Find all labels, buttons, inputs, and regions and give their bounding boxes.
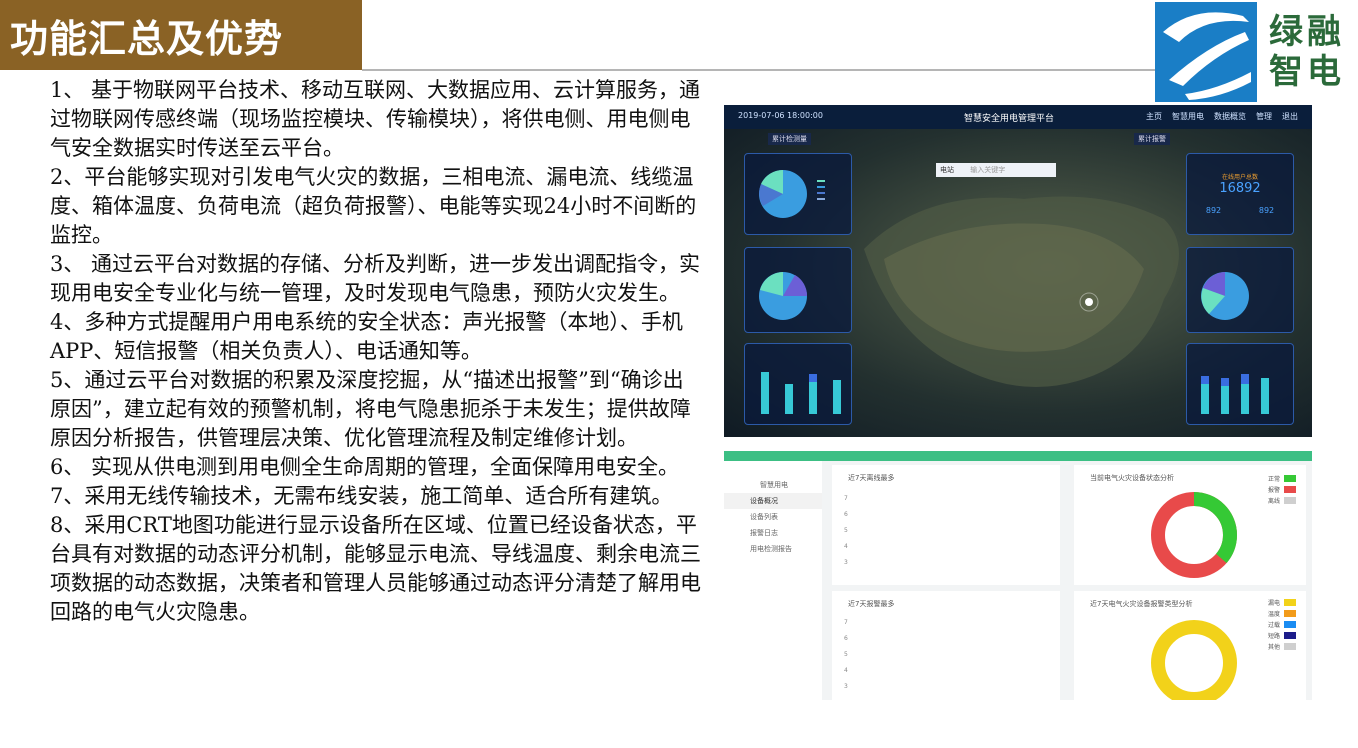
- alarm-card: 近7天报警最多 76543: [832, 591, 1060, 700]
- alarm-type-legend: 漏电 温度 过载 短路 其他: [1268, 597, 1296, 652]
- device-screenshot: 智慧用电 设备概况 设备列表 报警日志 用电检测报告 近7天离线最多 76543…: [724, 451, 1312, 700]
- nav-data: 数据概览: [1214, 112, 1246, 121]
- feature-item-3: 3、 通过云平台对数据的存储、分析及判断，进一步发出调配指令，实现用电安全专业化…: [50, 252, 701, 305]
- feature-item-6: 6、 实现从供电测到用电侧全生命周期的管理，全面保障用电安全。: [50, 455, 680, 479]
- panel-left-3: [744, 343, 852, 425]
- feature-item-7: 7、采用无线传输技术，无需布线安装，施工简单、适合所有建筑。: [50, 484, 673, 508]
- bar-chart-icon: [761, 372, 841, 414]
- panel-right-3: [1186, 343, 1294, 425]
- dashboard-header: 2019-07-06 18:00:00 智慧安全用电管理平台 主页 智慧用电 数…: [724, 105, 1312, 129]
- dashboard-nav: 主页 智慧用电 数据概览 管理 退出: [1146, 111, 1298, 122]
- logo-mark-icon: [1155, 2, 1257, 102]
- feature-item-2: 2、平台能够实现对引发电气火灾的数据，三相电流、漏电流、线缆温度、箱体温度、负荷…: [50, 165, 697, 247]
- panel-left-1: [744, 153, 852, 235]
- search-select[interactable]: 电站: [940, 166, 954, 174]
- stat-label: 在线用户总数: [1221, 174, 1258, 181]
- dashboard-time: 2019-07-06 18:00:00: [738, 111, 823, 120]
- offline-card: 近7天离线最多 76543: [832, 465, 1060, 585]
- stat-right: 892: [1258, 206, 1275, 215]
- alarm-axis: 76543: [844, 619, 848, 690]
- map-search[interactable]: 电站 输入关键字: [936, 163, 1056, 177]
- brand-logo: 绿融 智电: [1155, 2, 1355, 102]
- status-legend: 正常 报警 离线: [1268, 473, 1296, 506]
- counter-right: 累计报警: [1134, 133, 1170, 145]
- nav-exit: 退出: [1282, 112, 1298, 121]
- offline-card-title: 近7天离线最多: [848, 474, 895, 482]
- feature-item-1: 1、 基于物联网平台技术、移动互联网、大数据应用、云计算服务，通过物联网传感终端…: [50, 78, 701, 160]
- sidebar-item-report[interactable]: 用电检测报告: [724, 541, 822, 557]
- pie-chart-icon: [759, 272, 808, 320]
- alarm-card-title: 近7天报警最多: [848, 600, 895, 608]
- pie-chart-icon: [759, 169, 825, 218]
- alarm-type-donut-chart: [1151, 620, 1237, 700]
- alarm-type-card: 近7天电气火灾设备报警类型分析 漏电 温度 过载 短路 其他: [1074, 591, 1306, 700]
- nav-home: 主页: [1146, 112, 1162, 121]
- status-donut-chart: [1151, 492, 1237, 578]
- sidebar-item-list[interactable]: 设备列表: [724, 509, 822, 525]
- nav-smart: 智慧用电: [1172, 112, 1204, 121]
- sidebar-header: 智慧用电: [760, 481, 788, 489]
- sidebar-item-overview[interactable]: 设备概况: [724, 493, 822, 509]
- slide: 功能汇总及优势 绿融 智电 1、 基于物联网平台技术、移动互联网、大数据应用、云…: [0, 0, 1358, 748]
- pie-chart-icon: [1201, 272, 1249, 320]
- feature-list: 1、 基于物联网平台技术、移动互联网、大数据应用、云计算服务，通过物联网传感终端…: [50, 76, 702, 627]
- stat-value: 16892: [1219, 181, 1261, 196]
- panel-right-2: [1186, 247, 1294, 333]
- nav-admin: 管理: [1256, 112, 1272, 121]
- offline-axis: 76543: [844, 495, 848, 566]
- bar-chart-icon: [1201, 374, 1269, 414]
- panel-right-1: 在线用户总数 16892 892 892: [1186, 153, 1294, 235]
- device-topbar: [724, 451, 1312, 461]
- stat-left: 892: [1205, 206, 1222, 215]
- brand-name: 绿融 智电: [1269, 12, 1345, 92]
- device-sidebar: 智慧用电 设备概况 设备列表 报警日志 用电检测报告: [724, 461, 822, 700]
- counter-left: 累计检测量: [768, 133, 811, 145]
- title-divider: [362, 69, 1170, 71]
- feature-item-8: 8、采用CRT地图功能进行显示设备所在区域、位置已经设备状态，平台具有对数据的动…: [50, 513, 701, 624]
- search-placeholder: 输入关键字: [970, 166, 1006, 174]
- slide-title: 功能汇总及优势: [0, 0, 362, 70]
- brand-line-1: 绿融: [1269, 12, 1345, 52]
- panel-left-2: [744, 247, 852, 333]
- feature-item-4: 4、多种方式提醒用户用电系统的安全状态：声光报警（本地）、手机APP、短信报警（…: [50, 310, 683, 363]
- brand-line-2: 智电: [1269, 52, 1345, 92]
- sidebar-item-alarm-log[interactable]: 报警日志: [724, 525, 822, 541]
- dashboard-title: 智慧安全用电管理平台: [964, 114, 1055, 124]
- dashboard-screenshot: 2019-07-06 18:00:00 智慧安全用电管理平台 主页 智慧用电 数…: [724, 105, 1312, 437]
- feature-item-5: 5、通过云平台对数据的积累及深度挖掘，从“描述出报警”到“确诊出原因”，建立起有…: [50, 368, 691, 450]
- status-card: 当前电气火灾设备状态分析 正常 报警 离线: [1074, 465, 1306, 585]
